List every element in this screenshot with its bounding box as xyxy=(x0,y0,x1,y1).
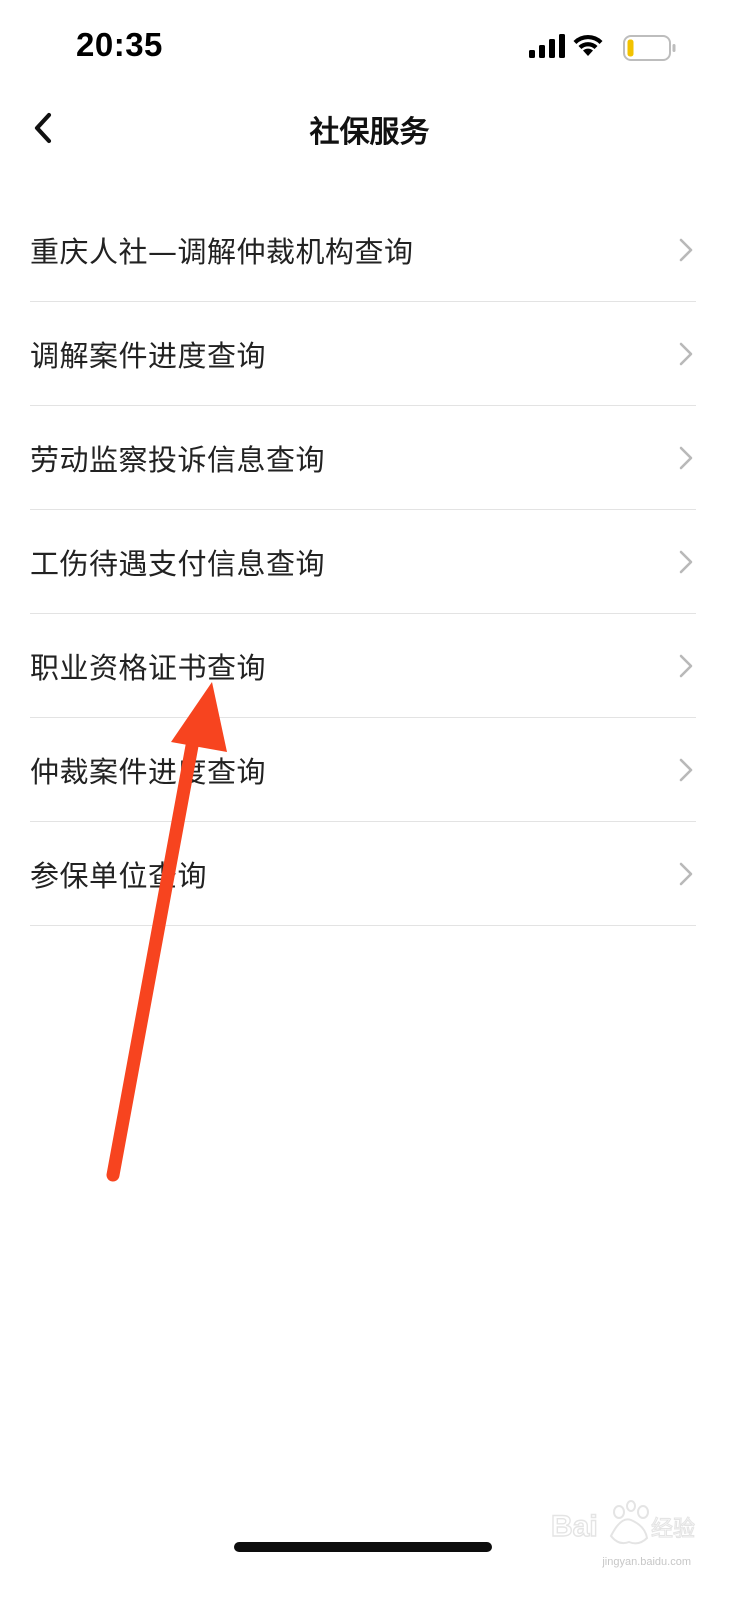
baidu-watermark-logo: Bai 经验 xyxy=(550,1500,696,1545)
chevron-right-icon xyxy=(679,446,693,469)
chevron-right-icon xyxy=(679,238,693,261)
wifi-icon xyxy=(573,34,603,56)
battery-icon xyxy=(623,35,676,61)
page-title: 社保服务 xyxy=(309,115,430,150)
nav-bar: 社保服务 xyxy=(0,95,739,165)
svg-text:Bai: Bai xyxy=(551,1510,598,1543)
menu-item-mediation-arbitration-institution[interactable]: 重庆人社—调解仲裁机构查询 xyxy=(30,198,696,302)
battery-level xyxy=(627,39,634,57)
menu-item-labor-inspection-complaint[interactable]: 劳动监察投诉信息查询 xyxy=(30,406,696,510)
menu-item-vocational-certificate[interactable]: 职业资格证书查询 xyxy=(30,614,696,718)
chevron-right-icon xyxy=(679,342,693,365)
menu-item-insured-employer[interactable]: 参保单位查询 xyxy=(30,822,696,926)
signal-icon xyxy=(529,34,565,58)
menu-item-label: 参保单位查询 xyxy=(30,858,208,893)
menu-item-label: 重庆人社—调解仲裁机构查询 xyxy=(30,234,414,269)
svg-text:经验: 经验 xyxy=(651,1517,695,1542)
menu-item-work-injury-payment[interactable]: 工伤待遇支付信息查询 xyxy=(30,510,696,614)
menu-item-label: 工伤待遇支付信息查询 xyxy=(30,546,326,581)
service-menu-list: 重庆人社—调解仲裁机构查询 调解案件进度查询 劳动监察投诉信息查询 工伤待遇支付… xyxy=(30,198,696,926)
chevron-right-icon xyxy=(679,550,693,573)
chevron-right-icon xyxy=(679,758,693,781)
home-indicator[interactable] xyxy=(234,1542,492,1552)
status-bar: 20:35 xyxy=(0,0,739,100)
status-time: 20:35 xyxy=(76,26,163,63)
menu-item-label: 仲裁案件进度查询 xyxy=(30,754,267,789)
menu-item-label: 劳动监察投诉信息查询 xyxy=(30,442,326,477)
chevron-right-icon xyxy=(679,862,693,885)
chevron-right-icon xyxy=(679,654,693,677)
menu-item-label: 调解案件进度查询 xyxy=(30,338,267,373)
menu-item-label: 职业资格证书查询 xyxy=(30,650,267,685)
watermark-url: jingyan.baidu.com xyxy=(602,1556,691,1568)
menu-item-arbitration-case-progress[interactable]: 仲裁案件进度查询 xyxy=(30,718,696,822)
menu-item-mediation-case-progress[interactable]: 调解案件进度查询 xyxy=(30,302,696,406)
